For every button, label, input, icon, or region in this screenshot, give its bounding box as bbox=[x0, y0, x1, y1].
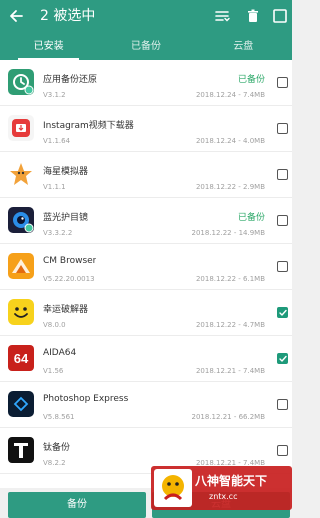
app-name: 应用备份还原 bbox=[43, 75, 98, 85]
row-checkbox-checked[interactable] bbox=[277, 307, 288, 318]
row-checkbox[interactable] bbox=[277, 169, 288, 180]
app-version: V1.1.64 bbox=[43, 137, 71, 145]
cm-browser-app-icon bbox=[8, 253, 34, 279]
starfish-emulator-app-icon bbox=[8, 161, 34, 187]
tab-bar: 已安装 已备份 云盘 bbox=[0, 36, 292, 60]
app-version: V8.2.2 bbox=[43, 459, 66, 467]
sort-list-icon[interactable] bbox=[214, 8, 230, 24]
row-checkbox[interactable] bbox=[277, 261, 288, 272]
app-date-size: 2018.12.22 - 2.9MB bbox=[195, 183, 265, 191]
checkmark-icon bbox=[278, 355, 287, 362]
photoshop-express-app-icon bbox=[8, 391, 34, 417]
tab-cloud[interactable]: 云盘 bbox=[195, 36, 292, 60]
tab-installed[interactable]: 已安装 bbox=[0, 36, 97, 60]
app-row-starfish-emulator[interactable]: 海星模拟器 V1.1.1 2018.12.22 - 2.9MB bbox=[0, 152, 292, 198]
titanium-backup-app-icon bbox=[8, 437, 34, 463]
app-row-blue-light-filter[interactable]: 蓝光护目镜 V3.3.2.2 已备份 2018.12.22 - 14.9MB bbox=[0, 198, 292, 244]
aida64-app-icon: 64 bbox=[8, 345, 34, 371]
app-name: Instagram视频下载器 bbox=[43, 121, 134, 131]
app-version: V5.8.561 bbox=[43, 413, 75, 421]
app-version: V8.0.0 bbox=[43, 321, 66, 329]
svg-text:64: 64 bbox=[14, 351, 29, 366]
instagram-downloader-app-icon bbox=[8, 115, 34, 141]
backup-restore-app-icon bbox=[8, 69, 34, 95]
selection-count-title: 2 被选中 bbox=[40, 8, 96, 24]
app-name: AIDA64 bbox=[43, 348, 77, 358]
app-date-size: 2018.12.21 - 66.2MB bbox=[191, 413, 265, 421]
app-version: V3.3.2.2 bbox=[43, 229, 73, 237]
blue-light-filter-app-icon bbox=[8, 207, 34, 233]
row-checkbox[interactable] bbox=[277, 399, 288, 410]
watermark-logo-icon bbox=[154, 469, 192, 507]
app-date-size: 2018.12.21 - 7.4MB bbox=[195, 367, 265, 375]
app-name: 幸运破解器 bbox=[43, 305, 89, 315]
app-row-backup-restore[interactable]: 应用备份还原 V3.1.2 已备份 2018.12.24 - 7.4MB bbox=[0, 60, 292, 106]
tab-backed-up[interactable]: 已备份 bbox=[97, 36, 194, 60]
row-checkbox[interactable] bbox=[277, 445, 288, 456]
top-app-bar: 2 被选中 已安装 已备份 云盘 bbox=[0, 0, 292, 60]
app-list: 应用备份还原 V3.1.2 已备份 2018.12.24 - 7.4MB Ins… bbox=[0, 60, 292, 488]
app-name: CM Browser bbox=[43, 256, 97, 266]
watermark-badge: 八神智能天下 zntx.cc bbox=[151, 466, 292, 510]
app-version: V1.56 bbox=[43, 367, 64, 375]
delete-trash-icon[interactable] bbox=[245, 8, 261, 24]
app-date-size: 2018.12.22 - 6.1MB bbox=[195, 275, 265, 283]
app-version: V5.22.20.0013 bbox=[43, 275, 95, 283]
row-checkbox[interactable] bbox=[277, 215, 288, 226]
app-row-cm-browser[interactable]: CM Browser V5.22.20.0013 2018.12.22 - 6.… bbox=[0, 244, 292, 290]
backed-up-status: 已备份 bbox=[237, 75, 265, 85]
app-name: 钛备份 bbox=[43, 443, 71, 453]
lucky-patcher-app-icon bbox=[8, 299, 34, 325]
watermark-url: zntx.cc bbox=[209, 492, 238, 501]
app-name: 蓝光护目镜 bbox=[43, 213, 89, 223]
app-date-size: 2018.12.24 - 4.0MB bbox=[195, 137, 265, 145]
app-name: 海星模拟器 bbox=[43, 167, 89, 177]
backup-button[interactable]: 备份 bbox=[8, 492, 146, 518]
app-row-aida64[interactable]: 64 AIDA64 V1.56 2018.12.21 - 7.4MB bbox=[0, 336, 292, 382]
row-checkbox-checked[interactable] bbox=[277, 353, 288, 364]
checkmark-icon bbox=[278, 309, 287, 316]
app-date-size: 2018.12.22 - 4.7MB bbox=[195, 321, 265, 329]
select-all-checkbox-icon[interactable] bbox=[272, 8, 288, 24]
app-row-photoshop-express[interactable]: Photoshop Express V5.8.561 2018.12.21 - … bbox=[0, 382, 292, 428]
back-arrow-icon[interactable] bbox=[8, 8, 24, 24]
app-date-size: 2018.12.24 - 7.4MB bbox=[195, 91, 265, 99]
app-date-size: 2018.12.22 - 14.9MB bbox=[191, 229, 265, 237]
app-name: Photoshop Express bbox=[43, 394, 129, 404]
app-row-lucky-patcher[interactable]: 幸运破解器 V8.0.0 2018.12.22 - 4.7MB bbox=[0, 290, 292, 336]
backed-up-status: 已备份 bbox=[237, 213, 265, 223]
row-checkbox[interactable] bbox=[277, 77, 288, 88]
app-row-instagram-downloader[interactable]: Instagram视频下载器 V1.1.64 2018.12.24 - 4.0M… bbox=[0, 106, 292, 152]
watermark-title: 八神智能天下 bbox=[195, 474, 268, 488]
app-version: V3.1.2 bbox=[43, 91, 66, 99]
row-checkbox[interactable] bbox=[277, 123, 288, 134]
app-version: V1.1.1 bbox=[43, 183, 66, 191]
